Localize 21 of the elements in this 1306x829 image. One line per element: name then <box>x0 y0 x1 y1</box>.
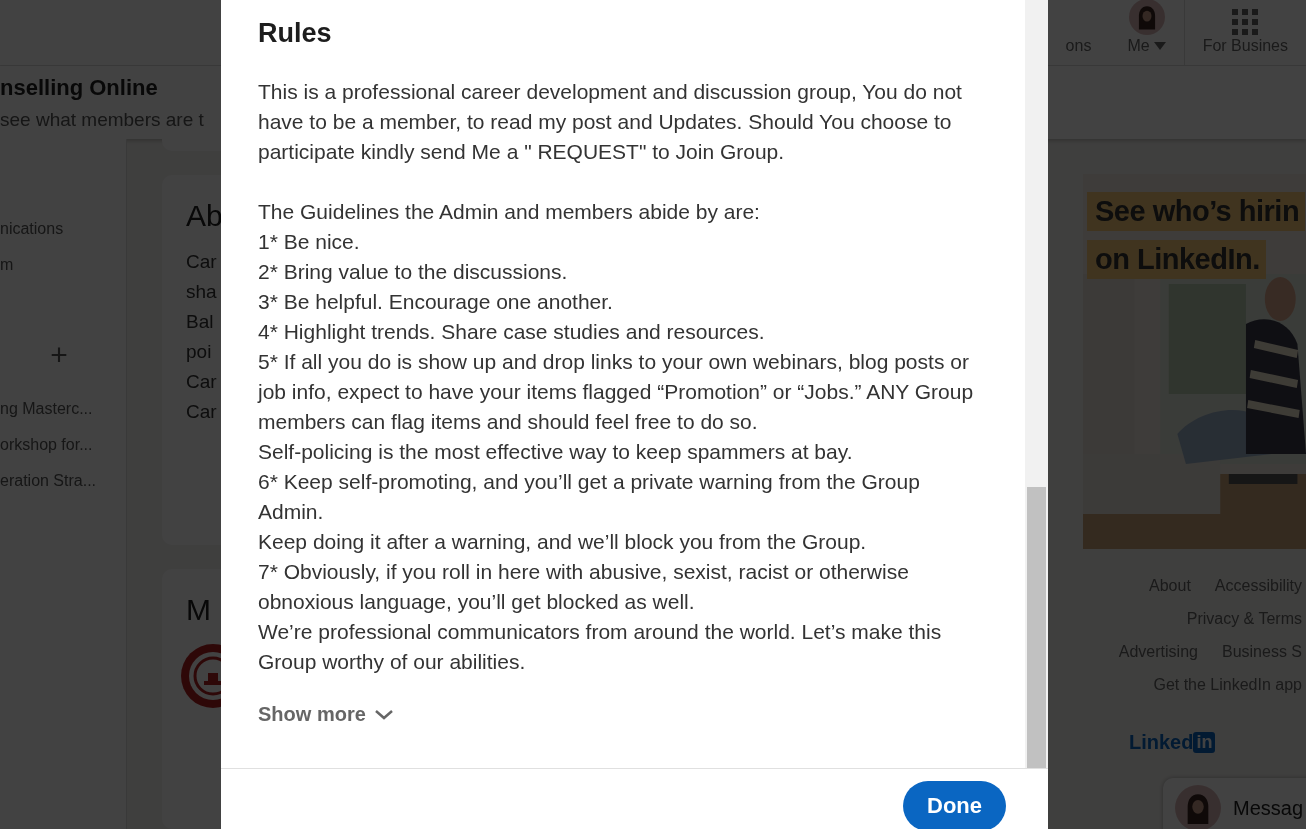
rules-text: We’re professional communicators from around the world. Let’s make this Group worthy of our abilities. <box>258 619 943 675</box>
rules-text: 3* Be helpful. Encourage one another. <box>258 289 614 315</box>
rules-text: 2* Bring value to the discussions. <box>258 259 569 285</box>
rules-text: The Guidelines the Admin and members abide by are: <box>258 199 761 225</box>
rules-text: 4* Highlight trends. Share case studies and resources. <box>258 319 766 345</box>
group-title: nselling Online <box>0 74 158 101</box>
rules-text: 5* If all you do is show up and drop links to your own webinars, blog posts or job info, expect to have your items flagged “Promotion” or “Jobs.” ANY Group members can flag items and should feel free to do so. <box>258 349 975 435</box>
card-title: Ab <box>186 199 223 233</box>
rules-text: 1* Be nice. <box>258 229 361 255</box>
show-more-button[interactable]: Show more <box>258 699 394 730</box>
rules-text: This is a professional career development and discussion group, You do not have to be a member, to read my post and Updates. Should You choose to participate kindly send Me a " REQUEST" to Join Group. <box>258 79 963 165</box>
done-button[interactable]: Done <box>903 781 1006 829</box>
rules-text: Self-policing is the most effective way to keep spammers at bay. <box>258 439 854 465</box>
chevron-down-icon <box>373 708 394 721</box>
card-title: M <box>186 593 211 627</box>
rules-text: 6* Keep self-promoting, and you’ll get a private warning from the Group Admin. <box>258 469 921 525</box>
rules-text: Keep doing it after a warning, and we’ll block you from the Group. <box>258 529 868 555</box>
scrollbar-thumb[interactable] <box>1027 487 1046 768</box>
dialog-title: Rules <box>258 18 333 49</box>
scrollbar[interactable] <box>1025 0 1048 768</box>
rules-text: 7* Obviously, if you roll in here with abusive, sexist, racist or otherwise obnoxious language, you’ll get blocked as well. <box>258 559 910 615</box>
